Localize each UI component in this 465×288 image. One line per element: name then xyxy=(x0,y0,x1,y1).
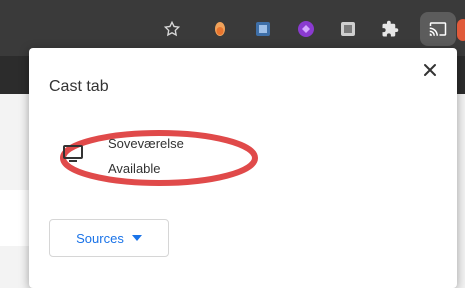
profile-avatar[interactable] xyxy=(457,19,465,41)
close-icon xyxy=(424,64,436,76)
sources-label: Sources xyxy=(76,230,124,246)
star-icon[interactable] xyxy=(163,20,181,38)
cast-icon xyxy=(429,22,447,36)
close-button[interactable] xyxy=(418,58,442,82)
sink-name: Soveværelse xyxy=(108,136,184,151)
popup-title: Cast tab xyxy=(49,78,109,95)
puzzle-icon[interactable] xyxy=(381,20,399,38)
sink-status: Available xyxy=(108,161,161,176)
monitor-icon xyxy=(62,144,84,164)
extension-grey-icon[interactable] xyxy=(339,20,357,38)
extension-blue-icon[interactable] xyxy=(254,20,272,38)
sources-button[interactable]: Sources xyxy=(49,219,169,257)
caret-down-icon xyxy=(131,235,142,241)
cast-button[interactable] xyxy=(420,12,456,46)
extension-orange-icon[interactable] xyxy=(211,20,229,38)
cast-sink-item[interactable]: Soveværelse Available xyxy=(51,122,271,192)
extension-purple-icon[interactable] xyxy=(297,20,315,38)
cast-popup: Cast tab Soveværelse Available Sources xyxy=(29,48,457,288)
